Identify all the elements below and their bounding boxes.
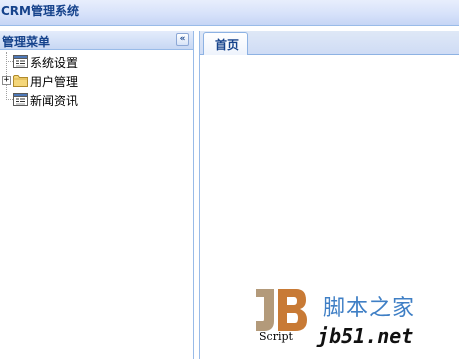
tree-branch-line: [6, 99, 13, 100]
plus-icon: +: [3, 75, 10, 85]
folder-icon: [13, 75, 28, 87]
collapse-panel-button[interactable]: «: [176, 33, 189, 46]
west-menu-panel: 管理菜单 « 系统设置 + 用户管理 新闻资讯: [0, 31, 194, 359]
west-panel-header: 管理菜单 «: [0, 31, 193, 50]
expand-toggle[interactable]: +: [2, 76, 11, 85]
watermark-site-text: jb51.net: [317, 324, 414, 348]
tab-home-label: 首页: [215, 38, 240, 52]
app-header: CRM管理系统: [0, 0, 459, 26]
tree-node-system-settings[interactable]: 系统设置: [0, 52, 193, 71]
watermark: Script 脚本之家 jb51.net: [250, 283, 459, 359]
tree-branch-line: [6, 61, 13, 62]
menu-tree: 系统设置 + 用户管理 新闻资讯: [0, 52, 193, 109]
double-chevron-left-icon: «: [179, 34, 186, 44]
document-icon: [13, 93, 28, 106]
tab-strip: 首页: [200, 31, 459, 55]
west-panel-title: 管理菜单: [2, 35, 51, 49]
tree-node-label: 用户管理: [30, 75, 79, 89]
document-icon: [13, 55, 28, 68]
tree-node-label: 新闻资讯: [30, 94, 79, 108]
watermark-cn-text: 脚本之家: [323, 296, 416, 321]
app-title: CRM管理系统: [1, 4, 79, 18]
tab-home[interactable]: 首页: [203, 32, 248, 55]
watermark-logo-text: Script: [259, 330, 293, 343]
tree-node-user-management[interactable]: + 用户管理: [0, 71, 193, 90]
tree-node-label: 系统设置: [30, 56, 79, 70]
tree-node-news[interactable]: 新闻资讯: [0, 90, 193, 109]
